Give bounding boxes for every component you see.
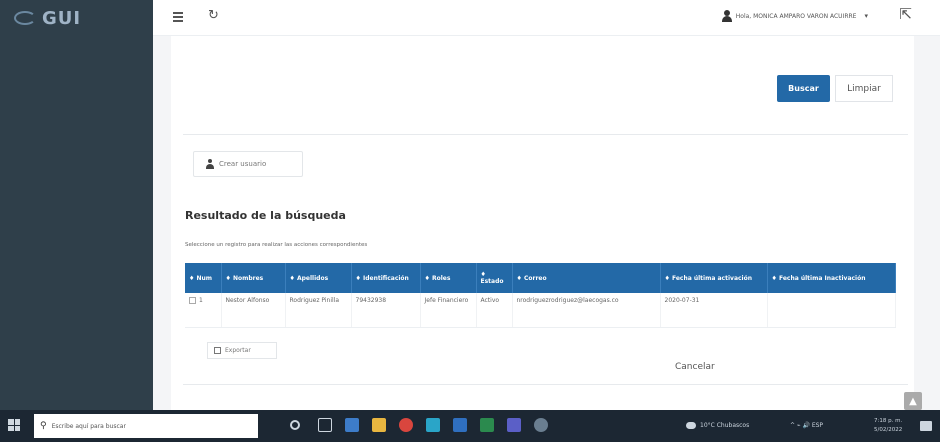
column-header-fecha-activacion[interactable]: ♦ Fecha última activación xyxy=(660,263,768,293)
user-name: Hola, MONICA AMPARO VARON ACUIRRE xyxy=(735,12,857,20)
app-logo[interactable]: GUI xyxy=(14,7,82,29)
weather-widget[interactable]: 10°C Chubascos xyxy=(686,422,749,429)
export-button[interactable]: Exportar xyxy=(207,342,277,359)
user-menu[interactable]: Hola, MONICA AMPARO VARON ACUIRRE ▾ xyxy=(721,10,868,22)
column-header-fecha-inactivacion[interactable]: ♦ Fecha última Inactivación xyxy=(767,263,896,293)
cloud-icon xyxy=(686,422,696,429)
column-header-roles[interactable]: ♦ Roles xyxy=(420,263,477,293)
results-title: Resultado de la búsqueda xyxy=(185,209,346,222)
row-select-checkbox[interactable] xyxy=(189,297,196,304)
search-icon: ⚲ xyxy=(40,421,47,431)
results-subtitle: Seleccione un registro para realizar las… xyxy=(185,242,368,248)
windows-start-icon[interactable] xyxy=(8,419,20,431)
create-user-label: Crear usuario xyxy=(219,160,267,168)
logout-icon[interactable]: ⇱ xyxy=(899,5,912,23)
top-navbar: ↻ Hola, MONICA AMPARO VARON ACUIRRE ▾ ⇱ xyxy=(153,0,940,36)
outlook-icon[interactable] xyxy=(453,418,467,432)
cell-identificacion: 79432938 xyxy=(351,293,421,328)
column-header-identificacion[interactable]: ♦ Identificación xyxy=(351,263,421,293)
excel-icon[interactable] xyxy=(480,418,494,432)
notification-icon[interactable] xyxy=(920,421,932,431)
refresh-icon[interactable]: ↻ xyxy=(208,8,219,23)
cell-estado: Activo xyxy=(476,293,513,328)
task-view-icon[interactable] xyxy=(318,418,332,432)
windows-taskbar: ⚲ Escribe aquí para buscar 10°C Chubasco… xyxy=(0,410,940,442)
column-header-num[interactable]: ♦ Num xyxy=(185,263,222,293)
cell-apellidos: Rodriguez Pinilla xyxy=(285,293,352,328)
clock-time: 7:18 p. m. xyxy=(874,418,903,424)
results-table: ♦ Num ♦ Nombres ♦ Apellidos ♦ Identifica… xyxy=(185,263,896,328)
chevron-down-icon[interactable]: ▾ xyxy=(864,12,868,20)
cell-fecha-activacion: 2020-07-31 xyxy=(660,293,768,328)
column-header-apellidos[interactable]: ♦ Apellidos xyxy=(285,263,352,293)
system-tray-icons[interactable]: ^ ⌁ 🔊 ESP xyxy=(790,422,823,429)
column-header-nombres[interactable]: ♦ Nombres xyxy=(221,263,286,293)
clock-date: 5/02/2022 xyxy=(874,427,903,433)
column-header-estado[interactable]: ♦ Estado xyxy=(476,263,513,293)
logo-mark xyxy=(14,11,36,25)
chrome-icon[interactable] xyxy=(399,418,413,432)
taskbar-search-input[interactable]: ⚲ Escribe aquí para buscar xyxy=(34,414,258,438)
edge-icon[interactable] xyxy=(426,418,440,432)
weather-text: 10°C Chubascos xyxy=(700,422,750,429)
cell-roles: Jefe Financiero xyxy=(420,293,477,328)
content-card: Buscar Limpiar Crear usuario Resultado d… xyxy=(171,36,914,410)
main-content: Buscar Limpiar Crear usuario Resultado d… xyxy=(153,36,940,410)
create-user-button[interactable]: Crear usuario xyxy=(193,151,303,177)
file-explorer-icon[interactable] xyxy=(372,418,386,432)
export-label: Exportar xyxy=(225,347,251,354)
sidebar: GUI xyxy=(0,0,153,410)
clear-button[interactable]: Limpiar xyxy=(835,75,893,102)
taskbar-clock[interactable]: 7:18 p. m. 5/02/2022 xyxy=(874,417,902,435)
logo-text: GUI xyxy=(42,7,82,29)
cell-correo: nrodriguezrodriguez@laecogas.co xyxy=(512,293,661,328)
taskbar-app-icon[interactable] xyxy=(534,418,548,432)
scroll-to-top-icon[interactable]: ▲ xyxy=(904,392,922,410)
taskbar-app-icon[interactable] xyxy=(345,418,359,432)
teams-icon[interactable] xyxy=(507,418,521,432)
cancel-button[interactable]: Cancelar xyxy=(675,362,715,372)
divider xyxy=(183,384,908,385)
cortana-icon[interactable] xyxy=(290,420,300,430)
table-row[interactable]: 1 Nestor Alfonso Rodriguez Pinilla 79432… xyxy=(185,293,896,328)
cell-nombres: Nestor Alfonso xyxy=(221,293,286,328)
cell-num[interactable]: 1 xyxy=(185,293,222,328)
hamburger-menu-icon[interactable] xyxy=(173,9,189,25)
column-header-correo[interactable]: ♦ Correo xyxy=(512,263,661,293)
divider xyxy=(183,134,908,135)
table-header-row: ♦ Num ♦ Nombres ♦ Apellidos ♦ Identifica… xyxy=(185,263,896,293)
user-add-icon xyxy=(206,159,214,169)
user-icon xyxy=(721,10,732,22)
row-num: 1 xyxy=(199,297,203,304)
export-icon xyxy=(214,347,221,354)
search-button[interactable]: Buscar xyxy=(777,75,830,102)
cell-fecha-inactivacion xyxy=(767,293,896,328)
taskbar-search-placeholder: Escribe aquí para buscar xyxy=(51,422,126,430)
